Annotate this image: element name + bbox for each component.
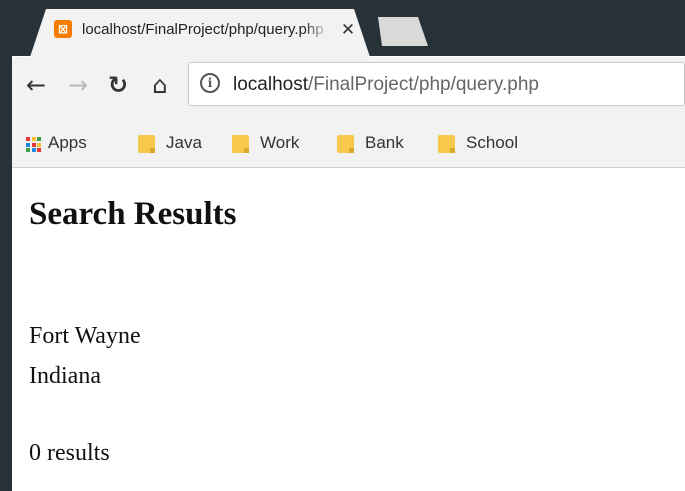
address-bar[interactable]: i localhost/FinalProject/php/query.php [188, 62, 685, 106]
home-icon[interactable]: ⌂ [146, 71, 174, 99]
tab-title: localhost/FinalProject/php/query.php [82, 21, 330, 41]
bookmark-java[interactable]: Java [138, 131, 218, 157]
url-text[interactable]: localhost/FinalProject/php/query.php [233, 73, 673, 97]
state-text: Indiana [29, 363, 101, 389]
info-icon[interactable]: i [200, 73, 220, 93]
back-arrow-icon[interactable]: ← [22, 71, 50, 99]
result-count: 0 results [29, 440, 110, 466]
folder-icon [138, 135, 155, 153]
bookmark-bank[interactable]: Bank [337, 131, 427, 157]
tab-strip: ⊠ localhost/FinalProject/php/query.php ✕ [12, 0, 685, 57]
page-content: Search Results Fort Wayne Indiana 0 resu… [12, 168, 685, 491]
folder-icon [232, 135, 249, 153]
city-text: Fort Wayne [29, 323, 141, 349]
forward-arrow-icon[interactable]: → [64, 71, 92, 99]
new-tab-button[interactable] [378, 17, 428, 46]
bookmark-apps[interactable]: Apps [24, 131, 114, 157]
apps-grid-icon [26, 137, 41, 152]
folder-icon [337, 135, 354, 153]
xampp-favicon-icon: ⊠ [54, 20, 72, 38]
bookmark-work[interactable]: Work [232, 131, 322, 157]
folder-icon [438, 135, 455, 153]
url-host: localhost [233, 74, 308, 95]
bookmark-label: School [466, 133, 518, 152]
reload-icon[interactable]: ↻ [104, 71, 132, 99]
bookmark-school[interactable]: School [438, 131, 548, 157]
bookmark-label: Java [166, 133, 202, 152]
bookmarks-bar: Apps Java Work Bank School [12, 123, 685, 168]
browser-window: ⊠ localhost/FinalProject/php/query.php ✕… [12, 0, 685, 491]
url-path: /FinalProject/php/query.php [308, 74, 539, 95]
page-title: Search Results [29, 196, 237, 232]
active-tab[interactable]: ⊠ localhost/FinalProject/php/query.php ✕ [30, 9, 370, 57]
bookmark-label: Bank [365, 133, 404, 152]
close-tab-icon[interactable]: ✕ [338, 19, 358, 41]
toolbar: ← → ↻ ⌂ i localhost/FinalProject/php/que… [12, 57, 685, 123]
bookmark-label: Apps [48, 133, 87, 152]
bookmark-label: Work [260, 133, 300, 152]
